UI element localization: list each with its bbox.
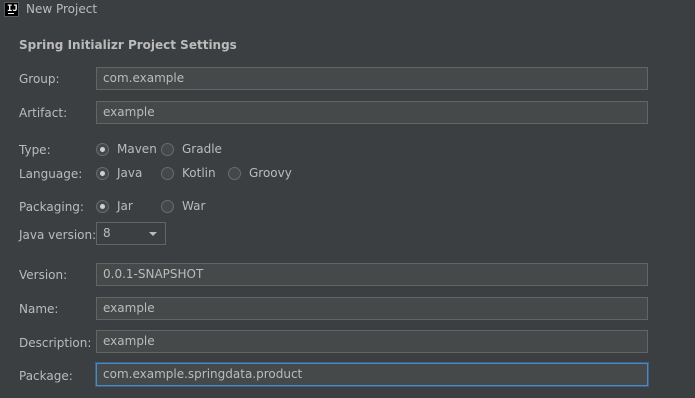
artifact-label: Artifact: (19, 106, 68, 120)
window-title: New Project (26, 2, 98, 16)
group-input[interactable]: com.example (96, 67, 648, 90)
radio-unselected-icon (228, 166, 241, 180)
radio-unselected-icon (161, 166, 174, 180)
language-label: Language: (19, 167, 83, 181)
description-input[interactable]: example (96, 330, 648, 353)
radio-label: Maven (117, 142, 157, 156)
radio-label: Java (117, 166, 143, 180)
package-input[interactable]: com.example.springdata.product (96, 363, 648, 386)
name-label: Name: (19, 302, 59, 316)
description-label: Description: (19, 336, 92, 350)
radio-label: Kotlin (182, 166, 216, 180)
radio-selected-icon (96, 166, 109, 180)
radio-selected-icon (96, 142, 109, 156)
type-label: Type: (19, 143, 51, 157)
java-version-value: 8 (103, 226, 111, 240)
version-label: Version: (19, 268, 68, 282)
packaging-label: Packaging: (19, 200, 84, 214)
intellij-idea-icon: IJ (4, 2, 19, 17)
language-java-radio[interactable]: Java (96, 166, 142, 180)
version-input[interactable]: 0.0.1-SNAPSHOT (96, 263, 648, 286)
radio-label: Groovy (249, 166, 292, 180)
packaging-jar-radio[interactable]: Jar (96, 199, 133, 213)
java-version-select[interactable]: 8 (96, 222, 166, 245)
language-groovy-radio[interactable]: Groovy (228, 166, 292, 180)
type-maven-radio[interactable]: Maven (96, 142, 157, 156)
radio-label: Gradle (182, 142, 222, 156)
packaging-war-radio[interactable]: War (161, 199, 205, 213)
radio-unselected-icon (161, 142, 174, 156)
type-gradle-radio[interactable]: Gradle (161, 142, 222, 156)
section-title: Spring Initializr Project Settings (19, 38, 237, 52)
java-version-label: Java version: (19, 228, 97, 242)
radio-label: War (182, 199, 206, 213)
radio-selected-icon (96, 199, 109, 213)
name-input[interactable]: example (96, 297, 648, 320)
package-label: Package: (19, 369, 73, 383)
artifact-input[interactable]: example (96, 101, 648, 124)
radio-unselected-icon (161, 199, 174, 213)
language-kotlin-radio[interactable]: Kotlin (161, 166, 216, 180)
radio-label: Jar (117, 199, 133, 213)
title-bar: IJ New Project (0, 0, 695, 20)
group-label: Group: (19, 72, 60, 86)
chevron-down-icon (149, 232, 157, 236)
